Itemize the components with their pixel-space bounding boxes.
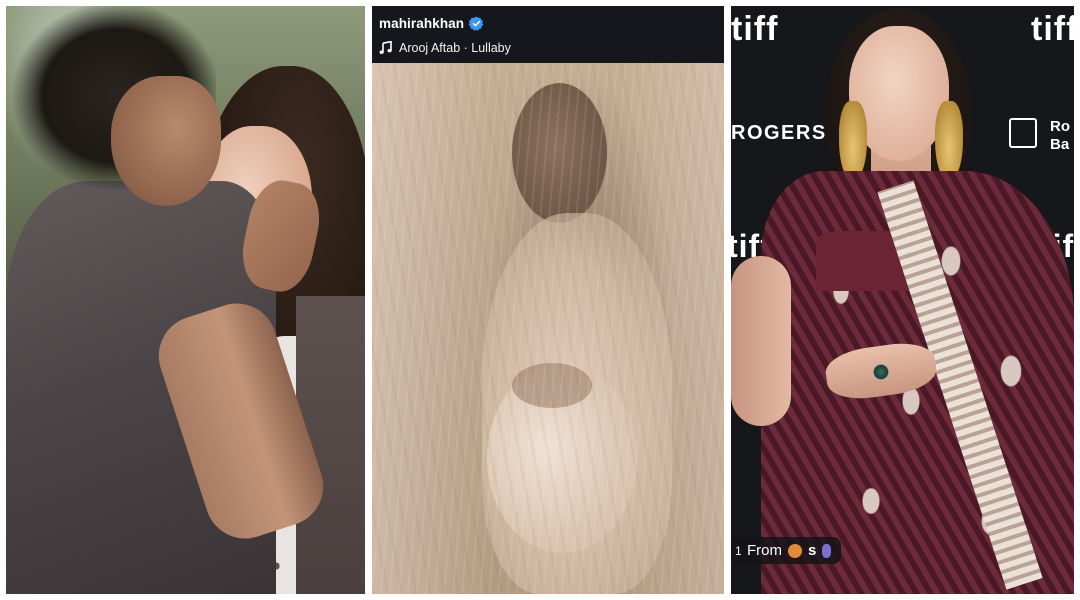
sponsor-rogers: ROGERS <box>731 122 827 144</box>
story-username[interactable]: mahirahkhan <box>379 16 464 31</box>
music-attribution[interactable]: Arooj Aftab · Lullaby <box>379 40 724 56</box>
sponsor-rbc: Ro Ba <box>1050 118 1070 154</box>
photo-panel-left <box>6 6 365 594</box>
gold-earring-right <box>935 101 963 181</box>
from-overlay-pill[interactable]: 1 From s <box>731 537 841 564</box>
cocktail-ring <box>873 364 889 380</box>
sheer-veil-overlay <box>372 63 724 594</box>
music-track-label[interactable]: Arooj Aftab · Lullaby <box>399 41 511 55</box>
woman-arm <box>731 256 791 426</box>
backdrop-logo: tiff <box>731 10 779 48</box>
rbc-shield-icon <box>1009 118 1037 148</box>
purple-emoji-icon <box>822 543 832 558</box>
username-row[interactable]: mahirahkhan <box>379 14 724 32</box>
sponsor-rbc-line2: Ba <box>1050 136 1070 153</box>
music-note-icon <box>379 40 393 55</box>
cut-off-text: 1 <box>735 543 741 558</box>
man-face <box>111 76 221 206</box>
gold-earring-left <box>839 101 867 181</box>
orange-emoji-icon <box>788 543 802 558</box>
sender-text: s <box>808 542 817 559</box>
verified-badge-icon <box>468 16 484 31</box>
backdrop-logo: tiff <box>1031 10 1074 48</box>
story-panel-middle: mahirahkhan Arooj Aftab · Lullaby <box>372 6 724 594</box>
story-photo-veiled-maternity <box>372 63 724 594</box>
story-header: mahirahkhan Arooj Aftab · Lullaby <box>372 6 724 63</box>
photo-panel-right: tiff tiff tiff tiff ROGERS Ro Ba 1 From … <box>731 6 1074 594</box>
from-label: From <box>747 542 782 559</box>
sponsor-rbc-line1: Ro <box>1050 118 1070 135</box>
